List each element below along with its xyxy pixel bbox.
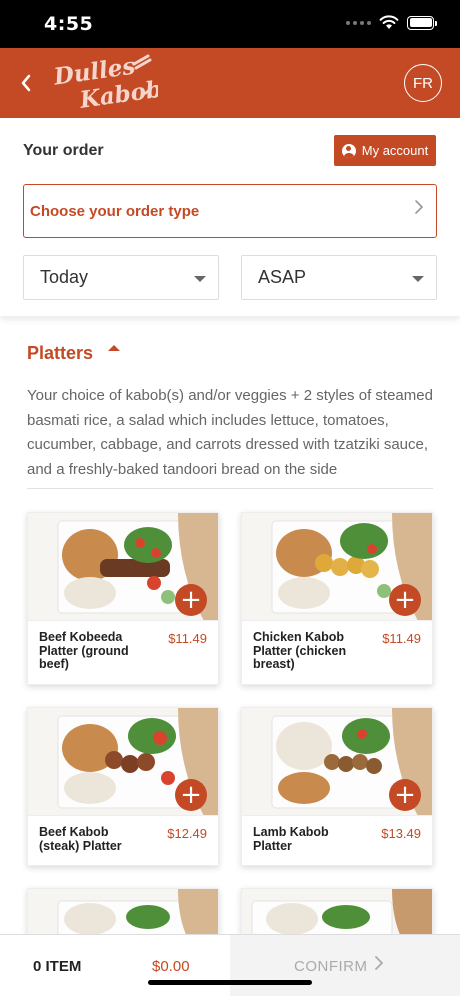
product-price: $13.49: [381, 826, 421, 841]
chevron-right-icon: [375, 956, 383, 970]
order-type-label: Choose your order type: [30, 202, 200, 220]
cart-total: $0.00: [152, 958, 190, 975]
add-to-cart-button[interactable]: +: [389, 779, 421, 811]
product-card[interactable]: [241, 888, 433, 939]
product-name: Beef Kabob (steak) Platter: [39, 825, 122, 853]
category-title[interactable]: Platters: [27, 343, 93, 364]
product-image: +: [242, 513, 432, 621]
app-header: Dulles Kabob FR: [0, 48, 460, 118]
caret-up-icon[interactable]: [108, 345, 120, 351]
confirm-label: CONFIRM: [294, 958, 368, 975]
product-price: $12.49: [167, 826, 207, 841]
product-info: Beef Kobeeda Platter (ground beef) $11.4…: [28, 621, 218, 682]
category-description: Your choice of kabob(s) and/or veggies +…: [27, 387, 433, 478]
order-title: Your order: [23, 142, 104, 159]
my-account-button[interactable]: My account: [334, 135, 436, 166]
product-image: +: [242, 708, 432, 816]
add-to-cart-button[interactable]: +: [389, 584, 421, 616]
divider: [27, 488, 433, 489]
product-card[interactable]: + Chicken Kabob Platter (chicken breast)…: [241, 512, 433, 685]
back-button[interactable]: [14, 68, 38, 98]
caret-down-icon: [412, 276, 424, 282]
product-image: [242, 889, 432, 939]
product-info: Chicken Kabob Platter (chicken breast) $…: [242, 621, 432, 682]
confirm-button[interactable]: CONFIRM: [230, 935, 460, 996]
home-indicator: [148, 980, 312, 985]
product-price: $11.49: [168, 631, 207, 646]
product-info: Lamb Kabob Platter $13.49: [242, 816, 432, 863]
product-name: Chicken Kabob Platter (chicken breast): [253, 630, 347, 671]
order-type-selector[interactable]: Choose your order type: [23, 184, 437, 238]
product-image: [28, 889, 218, 939]
status-time: 4:55: [44, 13, 94, 35]
cart-item-count: 0 ITEM: [33, 958, 82, 975]
chevron-left-icon: [21, 74, 31, 92]
cart-summary[interactable]: 0 ITEM $0.00: [0, 935, 230, 996]
product-name: Beef Kobeeda Platter (ground beef): [39, 630, 129, 671]
product-price: $11.49: [382, 631, 421, 646]
product-card[interactable]: + Beef Kabob (steak) Platter $12.49: [27, 707, 219, 866]
signal-icon: [346, 20, 371, 25]
user-icon: [341, 143, 356, 158]
battery-icon: [407, 15, 437, 30]
time-select[interactable]: ASAP: [241, 255, 437, 300]
my-account-label: My account: [361, 143, 429, 158]
add-to-cart-button[interactable]: +: [175, 584, 207, 616]
product-image: +: [28, 513, 218, 621]
status-icons: [346, 15, 437, 30]
product-card[interactable]: + Beef Kobeeda Platter (ground beef) $11…: [27, 512, 219, 685]
language-button[interactable]: FR: [404, 64, 442, 102]
status-bar: 4:55: [0, 0, 460, 48]
order-panel: Your order My account Choose your order …: [0, 118, 460, 316]
time-select-value: ASAP: [258, 267, 307, 287]
caret-down-icon: [194, 276, 206, 282]
day-select[interactable]: Today: [23, 255, 219, 300]
chevron-right-icon: [415, 200, 423, 214]
cart-bar: 0 ITEM $0.00 CONFIRM: [0, 934, 460, 996]
product-image: +: [28, 708, 218, 816]
product-info: Beef Kabob (steak) Platter $12.49: [28, 816, 218, 863]
product-name: Lamb Kabob Platter: [253, 825, 329, 853]
logo: Dulles Kabob: [51, 54, 158, 114]
add-to-cart-button[interactable]: +: [175, 779, 207, 811]
day-select-value: Today: [40, 267, 89, 287]
product-card[interactable]: [27, 888, 219, 939]
wifi-icon: [379, 15, 399, 29]
product-card[interactable]: + Lamb Kabob Platter $13.49: [241, 707, 433, 866]
